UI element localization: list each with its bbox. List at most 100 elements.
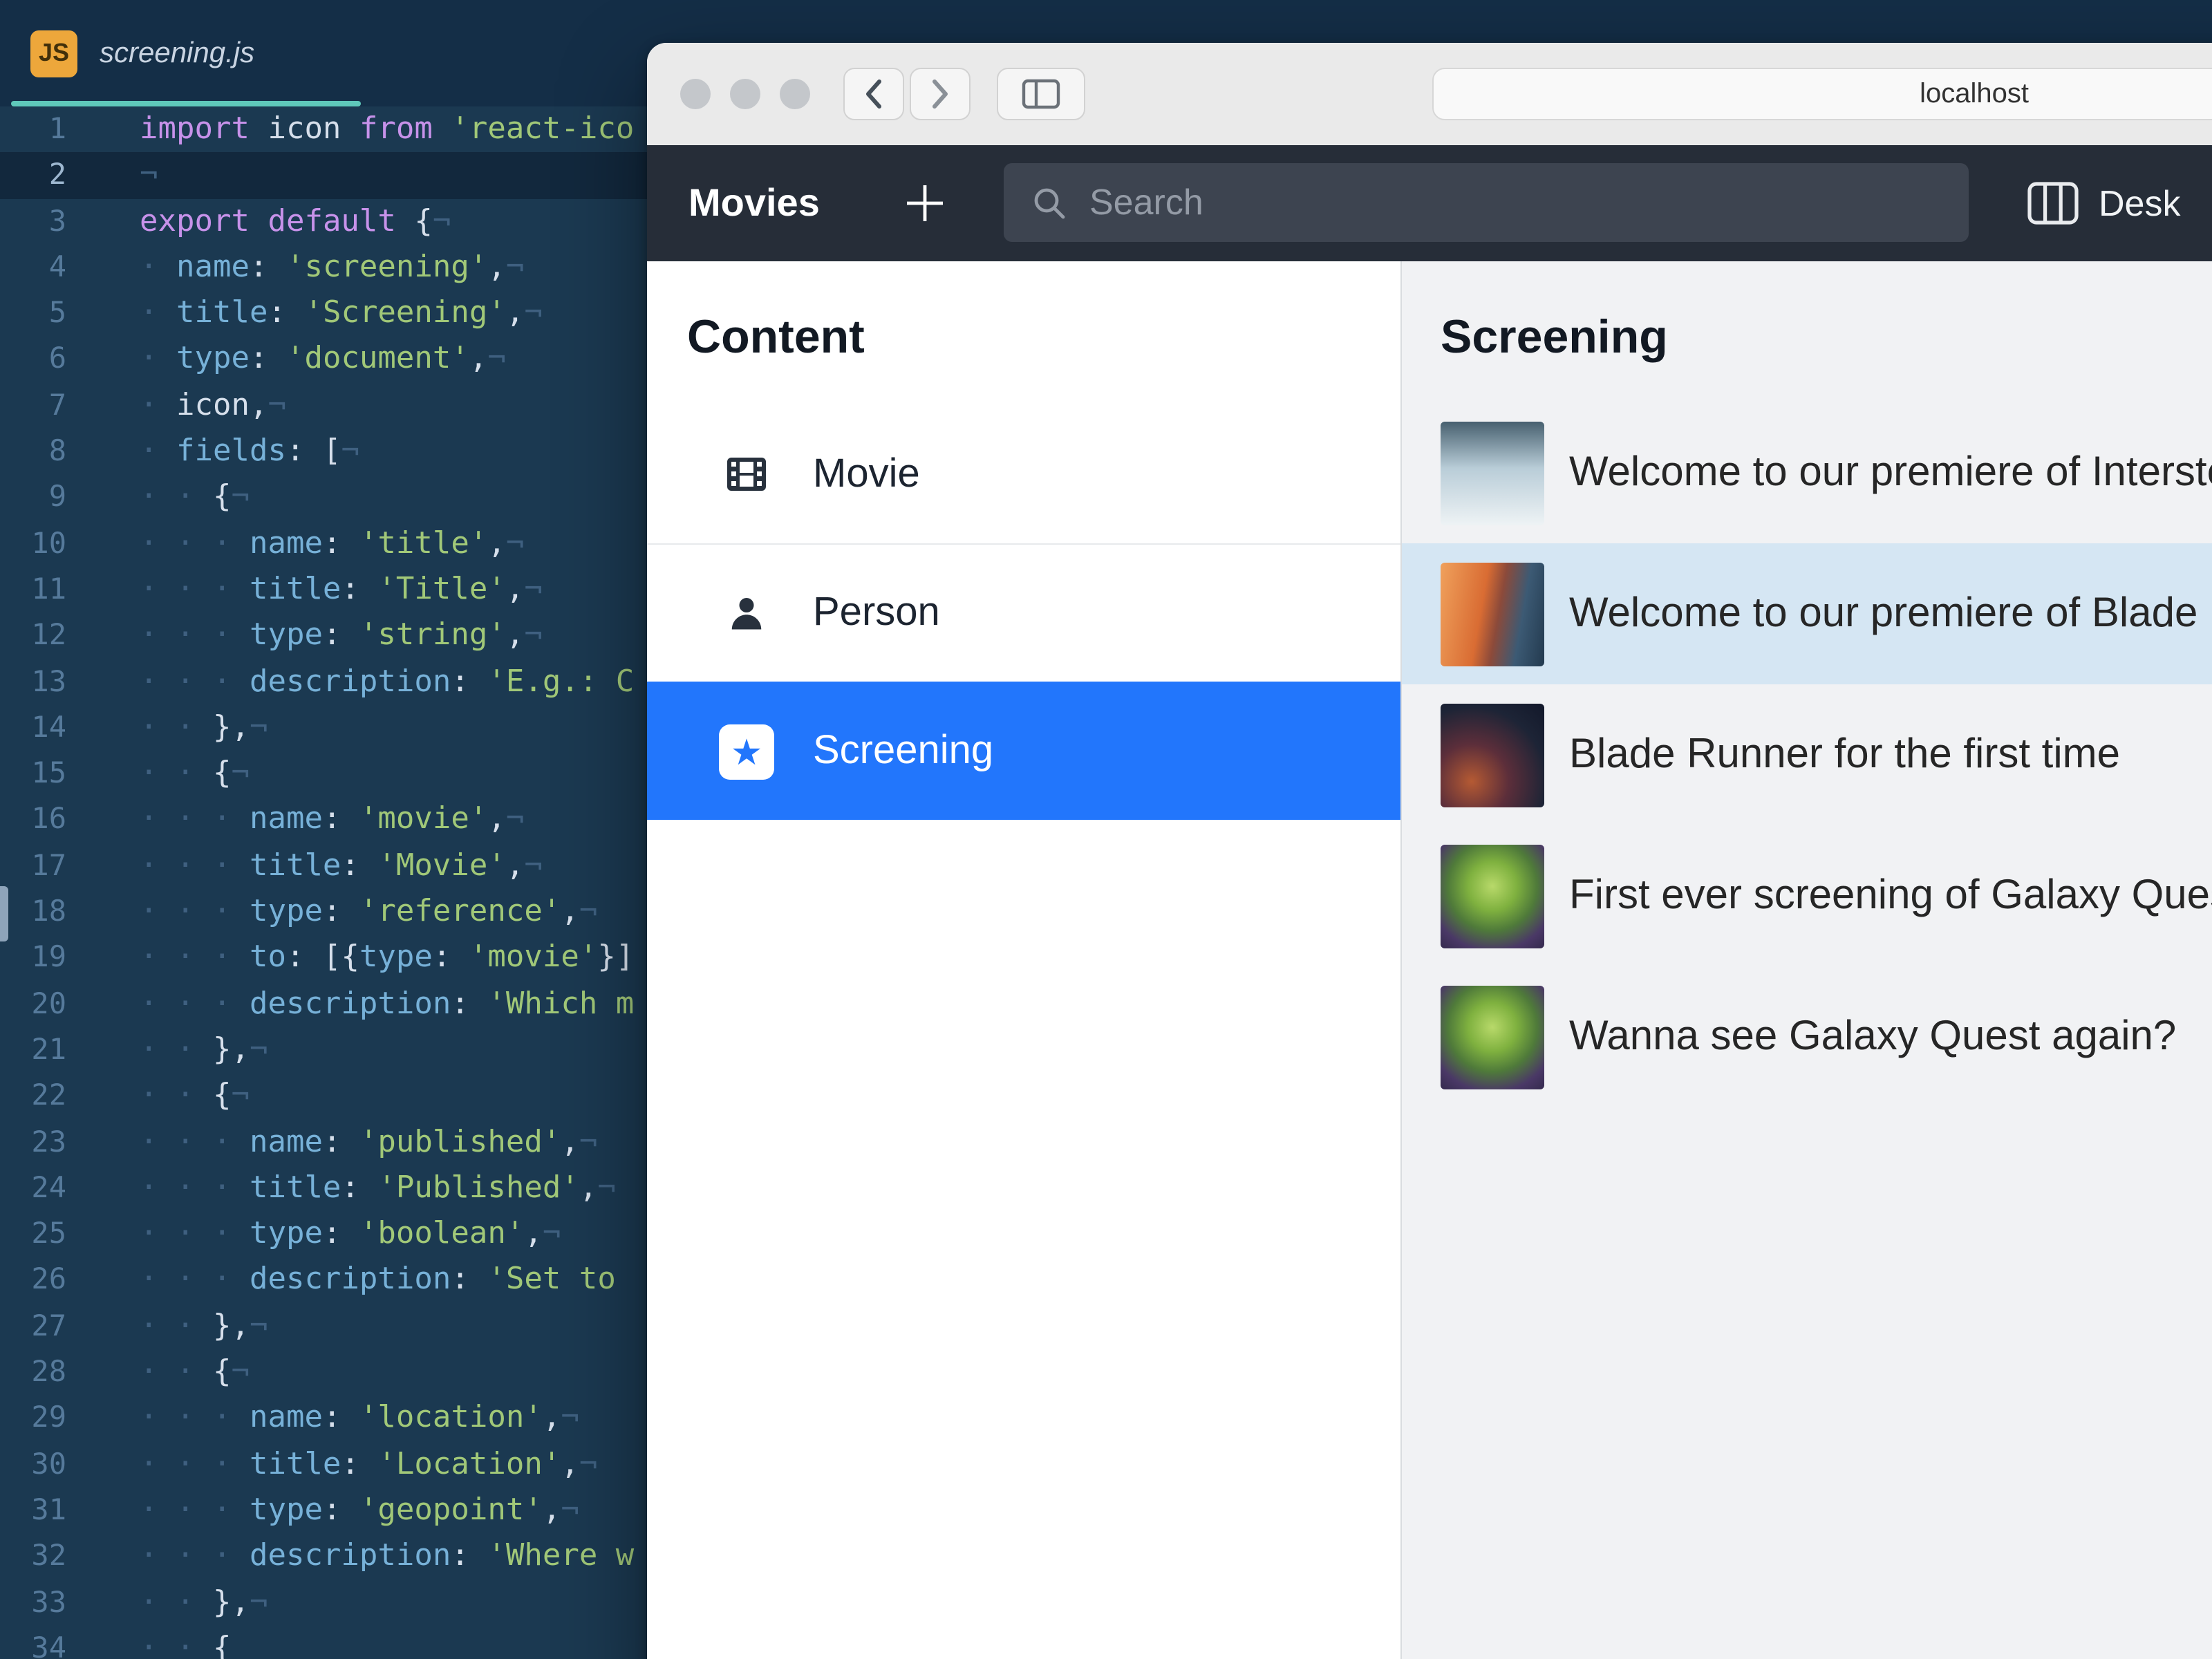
studio-content: Content Movie Person ★ Screening Screeni… [647, 261, 2212, 1659]
desk-button[interactable]: Desk [2027, 145, 2181, 261]
line-number: 5 [48, 296, 66, 330]
line-number: 19 [31, 940, 66, 974]
screening-item-title: Wanna see Galaxy Quest again? [1569, 1013, 2177, 1059]
line-number: 28 [31, 1355, 66, 1389]
screening-item-title: Welcome to our premiere of Blade R [1569, 590, 2212, 636]
line-number: 6 [48, 341, 66, 375]
code-line-text: · · · name: 'movie',¬ [140, 802, 525, 837]
movie-poster-thumbnail [1441, 562, 1544, 666]
line-number: 1 [48, 112, 66, 145]
code-line-text: · · · description: 'Set to [140, 1262, 635, 1297]
line-number: 18 [31, 894, 66, 928]
line-number: 17 [31, 848, 66, 882]
sidebar-icon [1022, 79, 1060, 109]
code-line-text: · · · to: [{type: 'movie'}] [140, 940, 635, 975]
code-line-text: · · · name: 'title',¬ [140, 526, 525, 561]
close-window-icon[interactable] [680, 79, 711, 109]
content-type-label: Screening [813, 729, 994, 773]
code-line-text: ¬ [140, 158, 158, 193]
code-line-text: · · · type: 'boolean',¬ [140, 1217, 561, 1252]
create-new-button[interactable] [901, 145, 948, 261]
code-line-text: · · · name: 'published',¬ [140, 1125, 598, 1160]
browser-window: localhost Movies Search Desk Content Mov… [647, 43, 2212, 1659]
movie-poster-thumbnail [1441, 703, 1544, 807]
line-number: 23 [31, 1125, 66, 1159]
code-line-text: · · {¬ [140, 480, 250, 515]
search-input[interactable]: Search [1004, 163, 1969, 242]
plus-icon [907, 185, 943, 221]
line-number: 26 [31, 1262, 66, 1296]
screening-list-item[interactable]: Welcome to our premiere of Interste [1402, 402, 2212, 543]
screening-item-title: First ever screening of Galaxy Ques [1569, 872, 2212, 918]
line-number: 12 [31, 618, 66, 652]
line-number: 11 [31, 572, 66, 606]
line-number: 13 [31, 664, 66, 698]
line-number: 25 [31, 1217, 66, 1250]
line-number: 10 [31, 526, 66, 560]
forward-button[interactable] [910, 68, 971, 120]
code-line-text: · title: 'Screening',¬ [140, 296, 543, 331]
line-number: 20 [31, 986, 66, 1020]
screening-item-title: Blade Runner for the first time [1569, 731, 2121, 777]
screening-documents-pane: Screening Welcome to our premiere of Int… [1402, 261, 2212, 1659]
content-type-label: Movie [813, 451, 920, 496]
zoom-window-icon[interactable] [780, 79, 810, 109]
line-number: 9 [48, 480, 66, 514]
content-type-movie[interactable]: Movie [647, 405, 1400, 543]
studio-title: Movies [688, 181, 820, 224]
code-line-text: · · {¬ [140, 1355, 250, 1390]
minimize-window-icon[interactable] [730, 79, 760, 109]
code-line-text: · · },¬ [140, 1585, 268, 1620]
line-number: 15 [31, 756, 66, 790]
sidebar-toggle-button[interactable] [997, 68, 1085, 120]
address-bar[interactable]: localhost [1432, 68, 2212, 120]
code-line-text: · · },¬ [140, 710, 268, 745]
columns-icon [2027, 182, 2079, 225]
search-icon [1034, 187, 1065, 218]
content-type-person[interactable]: Person [647, 543, 1400, 682]
content-type-label: Person [813, 590, 940, 635]
code-line-text: · · · title: 'Published',¬ [140, 1170, 616, 1206]
line-number: 27 [31, 1309, 66, 1342]
browser-toolbar: localhost [647, 43, 2212, 145]
code-line-text: · · { [140, 1631, 232, 1659]
code-line-text: · · · description: 'Where w [140, 1539, 635, 1574]
code-line-text: · · · description: 'Which m [140, 986, 635, 1022]
editor-gutter-marker [0, 886, 8, 941]
screening-list-item[interactable]: First ever screening of Galaxy Ques [1402, 825, 2212, 966]
editor-tab-screening-js[interactable]: JS screening.js [11, 0, 361, 106]
person-icon [719, 592, 774, 634]
line-number: 4 [48, 250, 66, 283]
chevron-left-icon [866, 79, 881, 109]
code-line-text: · · {¬ [140, 756, 250, 791]
search-placeholder: Search [1089, 181, 1203, 223]
line-number: 24 [31, 1170, 66, 1204]
code-line-text: · name: 'screening',¬ [140, 250, 525, 285]
screen: JS screening.js 1 import icon from 'react… [0, 0, 2212, 1659]
code-line-text: · icon,¬ [140, 388, 286, 423]
code-line-text: · · {¬ [140, 1078, 250, 1114]
screening-list-item[interactable]: Wanna see Galaxy Quest again? [1402, 966, 2212, 1107]
line-number: 7 [48, 388, 66, 422]
code-line-text: · · · description: 'E.g.: C [140, 664, 635, 700]
history-nav [843, 68, 971, 120]
content-types-pane: Content Movie Person ★ Screening [647, 261, 1402, 1659]
back-button[interactable] [843, 68, 904, 120]
screening-list-item-selected[interactable]: Welcome to our premiere of Blade R [1402, 543, 2212, 684]
line-number: 29 [31, 1400, 66, 1434]
code-line-text: · · · type: 'reference',¬ [140, 894, 598, 930]
content-type-screening[interactable]: ★ Screening [647, 682, 1400, 820]
line-number: 32 [31, 1539, 66, 1573]
screening-pane-title: Screening [1441, 311, 1668, 364]
code-line-text: export default {¬ [140, 204, 451, 239]
screening-star-icon: ★ [719, 724, 774, 779]
line-number: 22 [31, 1078, 66, 1112]
code-line-text: · fields: [¬ [140, 434, 359, 469]
movie-icon [719, 453, 774, 495]
screening-list-item[interactable]: Blade Runner for the first time [1402, 684, 2212, 825]
code-line-text: · · · type: 'string',¬ [140, 618, 543, 653]
code-line-text: · · · title: 'Title',¬ [140, 572, 543, 607]
chevron-right-icon [932, 79, 948, 109]
code-line-text: · · },¬ [140, 1032, 268, 1067]
movie-poster-thumbnail [1441, 844, 1544, 948]
